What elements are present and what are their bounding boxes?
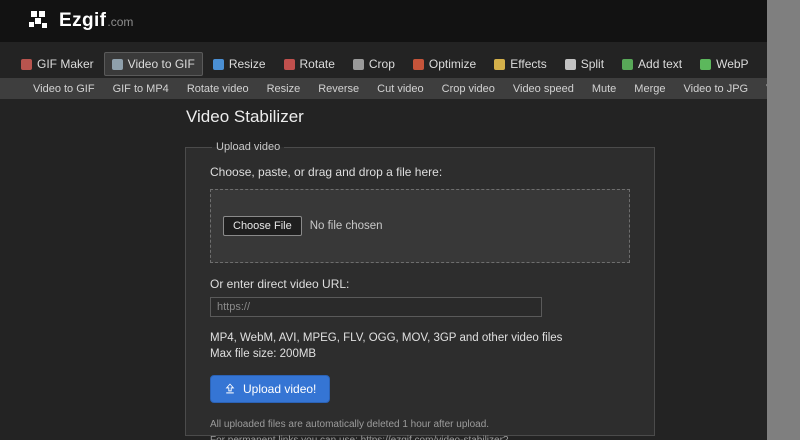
brand-suffix: .com [107,15,134,29]
subnav-item-mute[interactable]: Mute [583,78,625,99]
right-edge-panel [767,0,800,440]
brand-wordmark[interactable]: Ezgif .com [59,10,133,32]
nav-item-label: Optimize [428,57,477,71]
upload-icon [225,383,235,394]
nav-item-gif-maker[interactable]: GIF Maker [13,52,102,76]
crop-icon [352,58,364,70]
nav-item-resize[interactable]: Resize [205,52,274,76]
auto-delete-note: All uploaded files are automatically del… [210,419,490,430]
subnav-item-merge[interactable]: Merge [625,78,674,99]
site-header: Ezgif .com [0,0,800,42]
permanent-link-prefix: For permanent links you can use: https:/… [210,434,509,440]
upload-video-button[interactable]: Upload video! [210,375,331,403]
webp-icon [700,58,712,70]
subnav-item-video-speed[interactable]: Video speed [504,78,583,99]
subnav-item-cut-video[interactable]: Cut video [368,78,432,99]
subnav-item-gif-to-mp4[interactable]: GIF to MP4 [104,78,178,99]
gif-maker-icon [21,58,32,70]
nav-item-label: WebP [716,57,749,71]
resize-icon [212,58,224,70]
subnav-item-video-to-jpg[interactable]: Video to JPG [674,78,757,99]
video-to-gif-icon [111,58,123,70]
page-title: Video Stabilizer [186,107,304,126]
nav-item-add-text[interactable]: Add text [614,52,690,76]
add-text-icon [622,58,634,70]
subnav-item-reverse[interactable]: Reverse [309,78,368,99]
nav-item-webp[interactable]: WebP [692,52,756,76]
nav-item-optimize[interactable]: Optimize [405,52,484,76]
supported-formats-text: MP4, WebM, AVI, MPEG, FLV, OGG, MOV, 3GP… [210,332,563,344]
subnav-item-video-to-gif[interactable]: Video to GIF [24,78,104,99]
nav-item-label: GIF Maker [37,57,94,71]
effects-icon [494,58,506,70]
permanent-link-note: For permanent links you can use: https:/… [210,433,630,440]
subnav-item-resize[interactable]: Resize [258,78,310,99]
split-icon [564,58,576,70]
rotate-icon [283,58,295,70]
secondary-nav: Video to GIF GIF to MP4 Rotate video Res… [0,78,800,99]
upload-notes: All uploaded files are automatically del… [210,417,630,440]
nav-item-rotate[interactable]: Rotate [276,52,343,76]
subnav-item-crop-video[interactable]: Crop video [433,78,504,99]
file-drop-area[interactable]: Choose File No file chosen [210,189,630,263]
ezgif-video-stabilizer-page: Ezgif .com GIF Maker Video to GIF Resize… [0,0,800,440]
nav-item-label: Crop [368,57,395,71]
choose-file-button[interactable]: Choose File [223,216,302,236]
video-url-input[interactable] [210,297,542,317]
nav-item-split[interactable]: Split [557,52,612,76]
nav-item-label: Video to GIF [127,57,195,71]
no-file-chosen-text: No file chosen [309,220,383,232]
upload-panel-legend: Upload video [216,141,281,153]
primary-nav: GIF Maker Video to GIF Resize Rotate Cro… [13,52,800,76]
nav-item-label: Effects [510,57,547,71]
upload-panel: Upload video Choose, paste, or drag and … [185,141,655,440]
nav-item-label: Resize [228,57,266,71]
ezgif-logo-icon[interactable] [28,10,50,32]
nav-item-video-to-gif[interactable]: Video to GIF [103,52,203,76]
subnav-item-rotate-video[interactable]: Rotate video [178,78,258,99]
nav-item-effects[interactable]: Effects [486,52,554,76]
nav-item-label: Add text [638,57,683,71]
nav-item-label: Rotate [299,57,335,71]
upload-button-label: Upload video! [243,382,317,396]
upload-instruction: Choose, paste, or drag and drop a file h… [210,165,443,179]
brand-name: Ezgif [59,10,107,31]
optimize-icon [412,58,424,70]
nav-item-label: Split [580,57,605,71]
url-label: Or enter direct video URL: [210,277,350,291]
nav-item-crop[interactable]: Crop [345,52,403,76]
max-file-size-text: Max file size: 200MB [210,348,317,360]
